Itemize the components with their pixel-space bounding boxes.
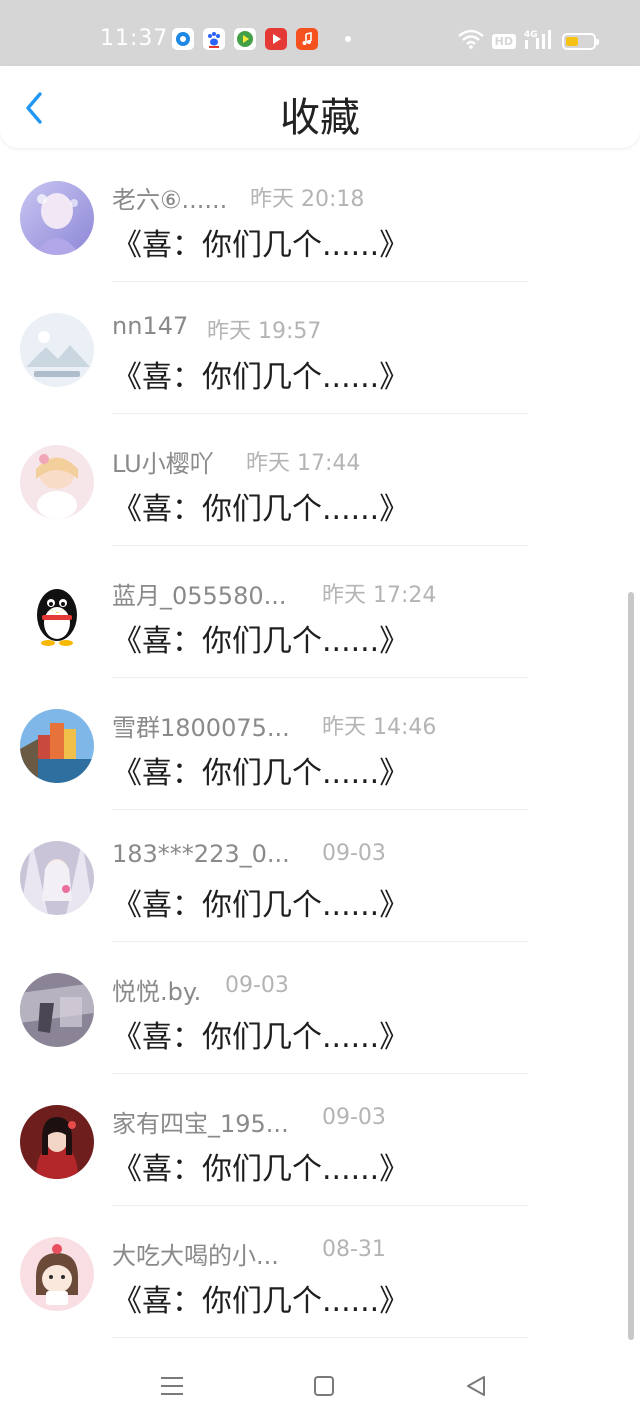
- item-time: 昨天 17:44: [246, 451, 361, 476]
- item-time: 昨天 14:46: [322, 715, 437, 740]
- item-content: 《喜：你们几个......》: [112, 756, 410, 791]
- favorites-screen: 11:37 HD 4G 收藏 老六⑥...... 昨天 20:18 《喜：你们几…: [0, 0, 640, 1422]
- video-player-icon: [234, 28, 256, 50]
- item-name: 悦悦.by.: [112, 978, 202, 1006]
- video-icon: [265, 28, 287, 50]
- menu-icon: [161, 1377, 183, 1395]
- item-time: 昨天 17:24: [322, 583, 437, 608]
- list-item[interactable]: 家有四宝_195... 09-03 《喜：你们几个......》: [0, 1074, 640, 1206]
- avatar[interactable]: [20, 973, 94, 1047]
- battery-fill: [566, 36, 578, 46]
- item-content: 《喜：你们几个......》: [112, 360, 410, 395]
- item-time: 昨天 20:18: [250, 187, 365, 212]
- header: 收藏: [0, 66, 640, 148]
- status-app-icons: [172, 28, 351, 50]
- item-name: 雪群1800075...: [112, 714, 290, 742]
- avatar[interactable]: [20, 445, 94, 519]
- avatar[interactable]: [20, 841, 94, 915]
- item-name: 家有四宝_195...: [112, 1110, 289, 1138]
- item-time: 09-03: [322, 841, 386, 866]
- scrollbar[interactable]: [628, 592, 634, 1340]
- list-item[interactable]: 悦悦.by. 09-03 《喜：你们几个......》: [0, 942, 640, 1074]
- system-back-button[interactable]: [456, 1366, 496, 1406]
- status-indicators: HD 4G: [457, 28, 599, 54]
- list-item[interactable]: 雪群1800075... 昨天 14:46 《喜：你们几个......》: [0, 678, 640, 810]
- item-content: 《喜：你们几个......》: [112, 888, 410, 923]
- avatar[interactable]: [20, 313, 94, 387]
- item-time: 09-03: [322, 1105, 386, 1130]
- item-name: 蓝月_055580...: [112, 582, 287, 610]
- item-content: 《喜：你们几个......》: [112, 228, 410, 263]
- item-name: 老六⑥......: [112, 186, 228, 214]
- avatar[interactable]: [20, 709, 94, 783]
- notification-dot: [345, 36, 351, 42]
- item-content: 《喜：你们几个......》: [112, 1020, 410, 1055]
- music-icon: [296, 28, 318, 50]
- item-content: 《喜：你们几个......》: [112, 492, 410, 527]
- item-content: 《喜：你们几个......》: [112, 1152, 410, 1187]
- list-item[interactable]: 大吃大喝的小... 08-31 《喜：你们几个......》: [0, 1206, 640, 1338]
- baidu-icon: [203, 28, 225, 50]
- avatar[interactable]: [20, 1105, 94, 1179]
- back-triangle-icon: [467, 1376, 485, 1396]
- favorites-list: 老六⑥...... 昨天 20:18 《喜：你们几个......》 nn147 …: [0, 150, 640, 1338]
- list-item[interactable]: nn147 昨天 19:57 《喜：你们几个......》: [0, 282, 640, 414]
- list-item[interactable]: 蓝月_055580... 昨天 17:24 《喜：你们几个......》: [0, 546, 640, 678]
- divider: [112, 1337, 528, 1338]
- avatar[interactable]: [20, 181, 94, 255]
- menu-button[interactable]: [152, 1366, 192, 1406]
- list-item[interactable]: LU小樱吖 昨天 17:44 《喜：你们几个......》: [0, 414, 640, 546]
- status-time: 11:37: [100, 26, 169, 51]
- item-content: 《喜：你们几个......》: [112, 624, 410, 659]
- item-content: 《喜：你们几个......》: [112, 1284, 410, 1319]
- item-name: LU小樱吖: [112, 450, 214, 478]
- list-item[interactable]: 183***223_0... 09-03 《喜：你们几个......》: [0, 810, 640, 942]
- item-name: 183***223_0...: [112, 840, 290, 868]
- item-time: 09-03: [225, 973, 289, 998]
- home-square-icon: [314, 1376, 334, 1396]
- home-button[interactable]: [304, 1366, 344, 1406]
- item-name: 大吃大喝的小...: [112, 1242, 279, 1270]
- browser-icon: [172, 28, 194, 50]
- hd-badge: HD: [491, 33, 516, 49]
- avatar[interactable]: [20, 577, 94, 651]
- page-title: 收藏: [280, 95, 360, 141]
- avatar[interactable]: [20, 1237, 94, 1311]
- item-name: nn147: [112, 312, 189, 340]
- signal-icon: 4G: [524, 28, 554, 54]
- item-time: 昨天 19:57: [207, 319, 322, 344]
- battery-icon: [562, 32, 599, 50]
- network-type: 4G: [524, 30, 538, 40]
- item-time: 08-31: [322, 1237, 386, 1262]
- wifi-icon: [457, 29, 484, 53]
- status-bar: 11:37 HD 4G: [0, 0, 640, 66]
- list-item[interactable]: 老六⑥...... 昨天 20:18 《喜：你们几个......》: [0, 150, 640, 282]
- navigation-bar: [0, 1346, 640, 1422]
